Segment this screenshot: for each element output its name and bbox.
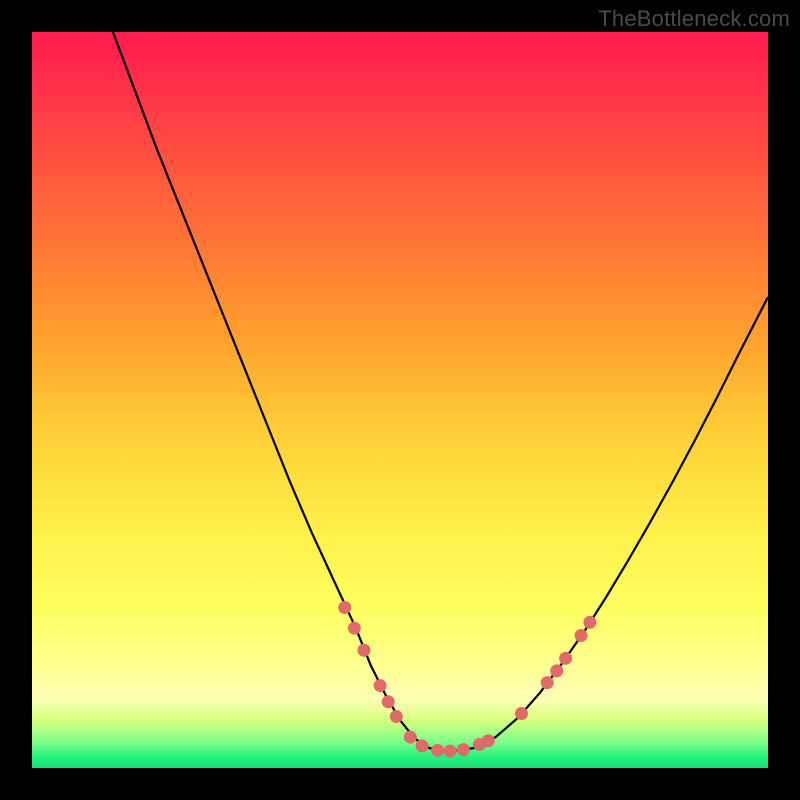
curve-dot xyxy=(382,695,395,708)
outer-frame: TheBottleneck.com xyxy=(0,0,800,800)
curve-dot xyxy=(457,743,470,756)
curve-dot xyxy=(390,710,403,723)
curve-dot xyxy=(374,679,387,692)
curve-dot xyxy=(559,652,572,665)
curve-dot xyxy=(357,644,370,657)
curve-dot xyxy=(404,731,417,744)
curve-dot xyxy=(541,676,554,689)
watermark-text: TheBottleneck.com xyxy=(598,6,790,32)
plot-area xyxy=(32,32,768,768)
gradient-background xyxy=(32,32,768,768)
curve-dot xyxy=(431,744,444,757)
curve-dot xyxy=(482,734,495,747)
curve-dot xyxy=(575,629,588,642)
curve-dot xyxy=(444,745,457,758)
curve-dot xyxy=(515,707,528,720)
chart-svg xyxy=(32,32,768,768)
curve-dot xyxy=(583,616,596,629)
curve-dot xyxy=(550,664,563,677)
curve-dot xyxy=(338,601,351,614)
curve-dot xyxy=(348,622,361,635)
curve-dot xyxy=(416,739,429,752)
